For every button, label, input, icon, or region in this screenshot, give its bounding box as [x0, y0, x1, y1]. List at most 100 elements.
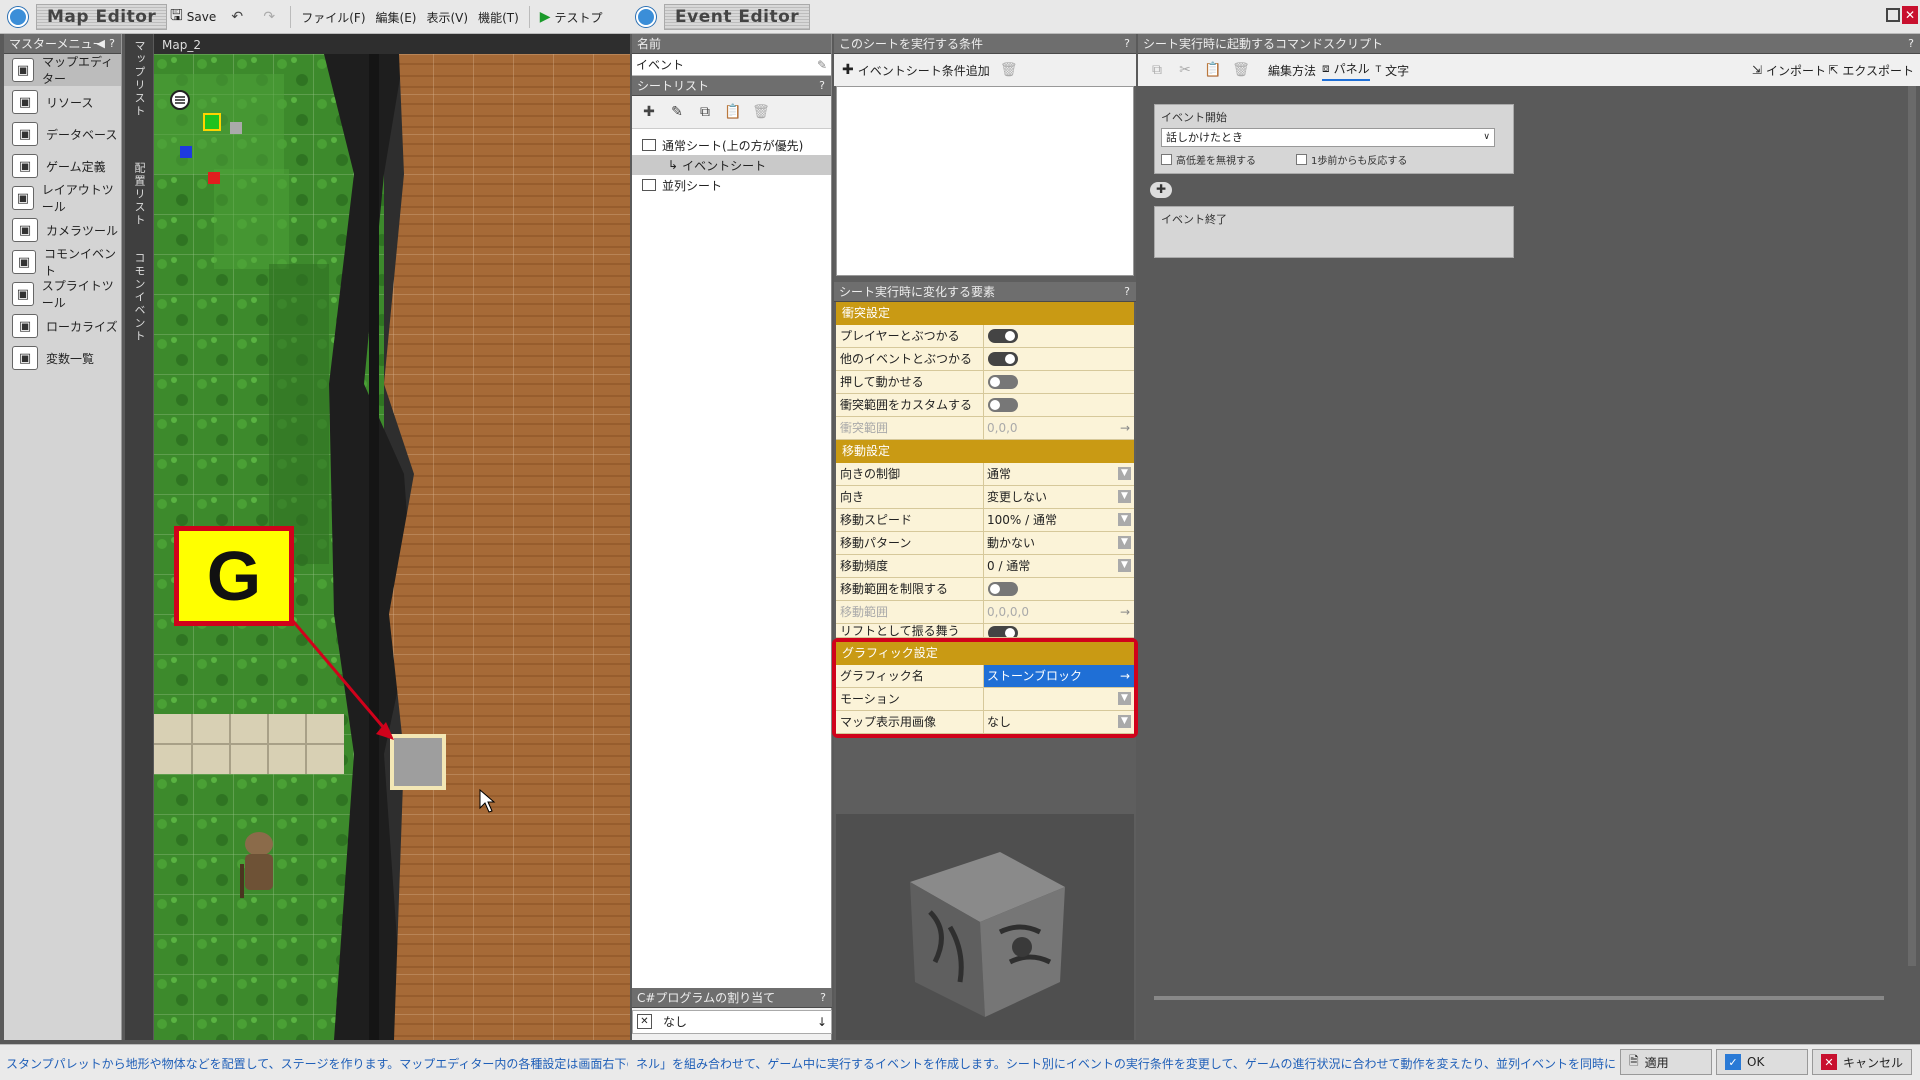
collision-toggle[interactable]: [988, 375, 1018, 389]
limit-move-toggle[interactable]: [988, 582, 1018, 596]
text-mode-button[interactable]: T 文字: [1376, 62, 1410, 79]
one-step-checkbox[interactable]: 1歩前からも反応する: [1296, 152, 1407, 167]
save-button[interactable]: 🖫 Save: [170, 5, 216, 30]
master-menu-item-9[interactable]: ▣ 変数一覧: [4, 342, 121, 374]
collision-row-0[interactable]: プレイヤーとぶつかる: [836, 325, 1134, 348]
movement-row-3[interactable]: 移動パターン 動かない ▼: [836, 532, 1134, 555]
chevron-down-icon[interactable]: ▼: [1118, 513, 1131, 526]
help-icon[interactable]: ?: [1124, 282, 1130, 302]
move-range-row[interactable]: 移動範囲 0,0,0,0 →: [836, 601, 1134, 624]
tab-map-list[interactable]: マップリスト: [131, 40, 147, 118]
collision-row-3[interactable]: 衝突範囲をカスタムする: [836, 394, 1134, 417]
help-icon[interactable]: ?: [820, 988, 826, 1008]
chevron-down-icon[interactable]: ▼: [1118, 490, 1131, 503]
redo-icon[interactable]: ↷: [258, 6, 280, 28]
import-button[interactable]: ⇲ インポート: [1752, 62, 1826, 79]
collision-toggle[interactable]: [988, 398, 1018, 412]
test-play-button[interactable]: ▶ テストプ: [540, 9, 603, 26]
apply-button[interactable]: 🗎 適用: [1620, 1049, 1712, 1075]
ignore-height-checkbox[interactable]: 高低差を無視する: [1161, 152, 1256, 167]
help-icon[interactable]: ?: [109, 34, 115, 54]
chevron-down-icon[interactable]: ▼: [1118, 559, 1131, 572]
graphic-row-1[interactable]: モーション ▼: [836, 688, 1134, 711]
delete-icon[interactable]: 🗑: [1230, 59, 1252, 81]
master-menu-item-6[interactable]: ▣ コモンイベント: [4, 246, 121, 278]
delete-condition-icon[interactable]: 🗑: [998, 59, 1020, 81]
trigger-select[interactable]: 話しかけたとき ∨: [1161, 128, 1495, 147]
graphic-row-0[interactable]: グラフィック名 ストーンブロック →: [836, 665, 1134, 688]
copy-icon[interactable]: ⧉: [1146, 59, 1168, 81]
add-command-icon[interactable]: ✚: [1150, 182, 1172, 198]
gizmo-x-handle[interactable]: [208, 172, 220, 184]
menu-view[interactable]: 表示(V): [426, 9, 468, 26]
cancel-button[interactable]: ✕ キャンセル: [1812, 1049, 1912, 1075]
master-menu-item-0[interactable]: ▣ マップエディター: [4, 54, 121, 86]
copy-sheet-icon[interactable]: ⧉: [694, 101, 716, 123]
master-menu-item-3[interactable]: ▣ ゲーム定義: [4, 150, 121, 182]
movement-row-4[interactable]: 移動頻度 0 / 通常 ▼: [836, 555, 1134, 578]
tab-placement-list[interactable]: 配置リスト: [131, 162, 147, 227]
undo-icon[interactable]: ↶: [226, 6, 248, 28]
menu-tools[interactable]: 機能(T): [478, 9, 519, 26]
lift-toggle[interactable]: [988, 626, 1018, 637]
gizmo-y-handle[interactable]: [203, 113, 221, 131]
event-start-block[interactable]: イベント開始 話しかけたとき ∨ 高低差を無視する 1歩前からも反応する: [1154, 104, 1514, 174]
help-icon[interactable]: ?: [819, 76, 825, 96]
script-area[interactable]: イベント開始 話しかけたとき ∨ 高低差を無視する 1歩前からも反応する ✚ イ…: [1138, 86, 1920, 1026]
collision-toggle[interactable]: [988, 329, 1018, 343]
clear-icon[interactable]: ✕: [637, 1014, 652, 1029]
help-icon[interactable]: ?: [1124, 34, 1130, 54]
movement-row-2[interactable]: 移動スピード 100% / 通常 ▼: [836, 509, 1134, 532]
collapse-icon[interactable]: ◀: [97, 34, 105, 54]
paste-icon[interactable]: 📋: [1202, 59, 1224, 81]
ok-button[interactable]: ✓ OK: [1716, 1049, 1808, 1075]
master-menu-item-7[interactable]: ▣ スプライトツール: [4, 278, 121, 310]
sheet-item-normal[interactable]: 通常シート(上の方が優先): [632, 135, 831, 155]
master-menu-item-5[interactable]: ▣ カメラツール: [4, 214, 121, 246]
menu-edit[interactable]: 編集(E): [376, 9, 417, 26]
help-icon[interactable]: ?: [1908, 34, 1914, 54]
panel-mode-button[interactable]: ⧈ パネル: [1322, 60, 1370, 81]
gizmo-center[interactable]: [230, 122, 242, 134]
map-tab[interactable]: Map_2: [162, 38, 201, 52]
maximize-button[interactable]: [1886, 8, 1900, 22]
limit-move-row[interactable]: 移動範囲を制限する: [836, 578, 1134, 601]
collision-row-1[interactable]: 他のイベントとぶつかる: [836, 348, 1134, 371]
lift-row[interactable]: リフトとして振る舞う: [836, 624, 1134, 638]
map-viewport[interactable]: Map_2 G: [154, 34, 630, 1040]
movement-row-0[interactable]: 向きの制御 通常 ▼: [836, 463, 1134, 486]
add-condition-button[interactable]: ✚ イベントシート条件追加: [842, 62, 990, 79]
cut-icon[interactable]: ✂: [1174, 59, 1196, 81]
stone-block-tile[interactable]: [390, 734, 446, 790]
chevron-down-icon[interactable]: ▼: [1118, 715, 1131, 728]
graphic-row-2[interactable]: マップ表示用画像 なし ▼: [836, 711, 1134, 734]
gizmo-z-handle[interactable]: [180, 146, 192, 158]
add-sheet-icon[interactable]: ✚: [638, 101, 660, 123]
chevron-down-icon[interactable]: ▼: [1118, 467, 1131, 480]
paste-sheet-icon[interactable]: 📋: [722, 101, 744, 123]
edit-name-icon[interactable]: ✎: [817, 54, 827, 76]
horizontal-scrollbar[interactable]: [1154, 996, 1884, 1000]
arrow-right-icon[interactable]: →: [1120, 665, 1130, 687]
chevron-down-icon[interactable]: ▼: [1118, 536, 1131, 549]
chevron-down-icon[interactable]: ▼: [1118, 692, 1131, 705]
delete-sheet-icon[interactable]: 🗑: [750, 101, 772, 123]
collision-range-row[interactable]: 衝突範囲 0,0,0 →: [836, 417, 1134, 440]
master-menu-item-4[interactable]: ▣ レイアウトツール: [4, 182, 121, 214]
master-menu-item-1[interactable]: ▣ リソース: [4, 86, 121, 118]
vertical-scrollbar[interactable]: [1908, 86, 1916, 966]
tab-common-event[interactable]: コモンイベント: [131, 252, 147, 343]
movement-row-1[interactable]: 向き 変更しない ▼: [836, 486, 1134, 509]
master-menu-item-2[interactable]: ▣ データベース: [4, 118, 121, 150]
collision-toggle[interactable]: [988, 352, 1018, 366]
close-button[interactable]: ✕: [1902, 6, 1918, 24]
edit-sheet-icon[interactable]: ✎: [666, 101, 688, 123]
collision-row-2[interactable]: 押して動かせる: [836, 371, 1134, 394]
sheet-item-event[interactable]: ↳ イベントシート: [632, 155, 831, 175]
menu-file[interactable]: ファイル(F): [301, 9, 365, 26]
csharp-select[interactable]: ✕ なし ↓: [632, 1010, 832, 1034]
sheet-item-parallel[interactable]: 並列シート: [632, 175, 831, 195]
export-button[interactable]: ⇱ エクスポート: [1828, 62, 1914, 79]
conditions-list[interactable]: [836, 86, 1134, 276]
master-menu-item-8[interactable]: ▣ ローカライズ: [4, 310, 121, 342]
